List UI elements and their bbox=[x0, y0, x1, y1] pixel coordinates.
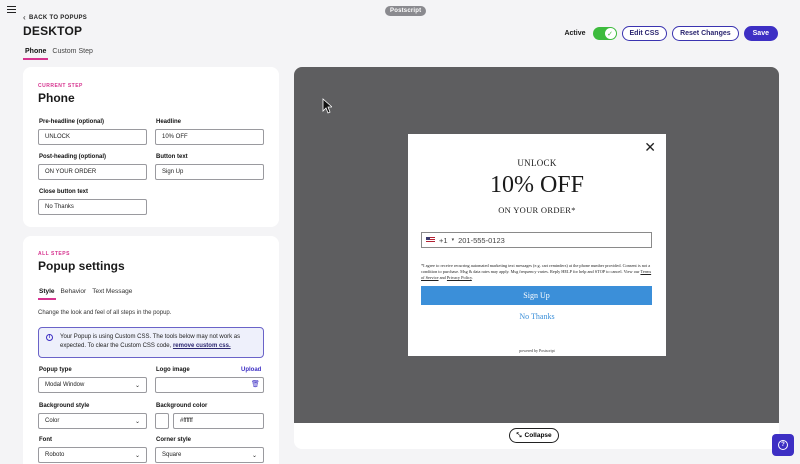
corner-style-label: Corner style bbox=[156, 437, 192, 443]
current-step-title: Phone bbox=[38, 91, 75, 105]
country-code[interactable]: +1 bbox=[439, 236, 448, 245]
help-icon: ? bbox=[778, 440, 788, 450]
background-color-input[interactable]: #ffffff bbox=[173, 413, 264, 429]
background-style-select[interactable]: Color ⌄ bbox=[38, 413, 147, 429]
info-icon: i bbox=[46, 334, 53, 341]
button-text-label: Button text bbox=[156, 154, 188, 160]
app-badge: Postscript bbox=[385, 6, 427, 16]
pre-headline-label: Pre-headline (optional) bbox=[39, 119, 105, 125]
background-style-label: Background style bbox=[39, 403, 90, 409]
popup-type-label: Popup type bbox=[39, 367, 72, 373]
menu-icon[interactable] bbox=[7, 6, 16, 13]
powered-by: powered by Postscript bbox=[519, 348, 555, 353]
legal-text: *I agree to receive recurring automated … bbox=[421, 263, 651, 274]
tab-style[interactable]: Style bbox=[38, 288, 56, 300]
background-color-label: Background color bbox=[156, 403, 208, 409]
check-icon: ✓ bbox=[604, 28, 616, 39]
headline-input[interactable]: 10% OFF bbox=[155, 129, 264, 145]
tab-custom-step[interactable]: Custom Step bbox=[50, 48, 94, 60]
collapse-button[interactable]: ⤡ Collapse bbox=[509, 428, 559, 443]
popup-modal: ✕ UNLOCK 10% OFF ON YOUR ORDER* +1 ▾ 201… bbox=[408, 134, 666, 356]
close-button-text-input[interactable]: No Thanks bbox=[38, 199, 147, 215]
back-link-label: BACK TO POPUPS bbox=[28, 15, 88, 21]
phone-placeholder: 201-555-0123 bbox=[458, 235, 505, 245]
step-tabs: Phone Custom Step bbox=[23, 48, 95, 60]
preview-footer: ⤡ Collapse bbox=[294, 423, 779, 449]
page-title: DESKTOP bbox=[23, 24, 83, 38]
close-button-text-label: Close button text bbox=[39, 189, 88, 195]
chevron-down-icon: ⌄ bbox=[134, 382, 140, 389]
mouse-cursor-icon bbox=[322, 98, 332, 114]
upload-link[interactable]: Upload bbox=[241, 367, 261, 373]
phone-input[interactable]: +1 ▾ 201-555-0123 bbox=[421, 232, 652, 248]
popup-settings-title: Popup settings bbox=[38, 259, 125, 273]
tab-text-message[interactable]: Text Message bbox=[91, 288, 133, 300]
remove-custom-css-link[interactable]: remove custom css. bbox=[173, 343, 231, 349]
post-heading-input[interactable]: ON YOUR ORDER bbox=[38, 164, 147, 180]
popup-settings-card: ALL STEPS Popup settings Style Behavior … bbox=[23, 236, 279, 464]
chevron-down-icon: ⌄ bbox=[134, 418, 140, 425]
trash-icon[interactable]: 🗑 bbox=[251, 380, 260, 388]
background-style-value: Color bbox=[45, 418, 60, 424]
collapse-icon: ⤡ bbox=[516, 431, 522, 439]
chevron-down-icon: ▾ bbox=[451, 237, 455, 243]
post-heading-label: Post-heading (optional) bbox=[39, 154, 106, 160]
current-step-eyebrow: CURRENT STEP bbox=[38, 83, 83, 89]
legal-and: and bbox=[439, 275, 446, 280]
font-label: Font bbox=[39, 437, 52, 443]
popup-no-thanks-link[interactable]: No Thanks bbox=[408, 312, 666, 321]
custom-css-notice: i Your Popup is using Custom CSS. The to… bbox=[38, 327, 264, 358]
corner-style-value: Square bbox=[162, 452, 182, 458]
logo-image-field[interactable] bbox=[155, 377, 264, 393]
collapse-label: Collapse bbox=[524, 432, 552, 439]
pre-headline-input[interactable]: UNLOCK bbox=[38, 129, 147, 145]
reset-changes-button[interactable]: Reset Changes bbox=[672, 26, 739, 41]
settings-tabs: Style Behavior Text Message bbox=[38, 288, 133, 300]
popup-post-heading: ON YOUR ORDER* bbox=[498, 205, 576, 215]
header-actions: Active ✓ Edit CSS Reset Changes Save bbox=[564, 26, 778, 41]
chevron-down-icon: ⌄ bbox=[134, 452, 140, 459]
logo-image-label: Logo image bbox=[156, 367, 190, 373]
privacy-link[interactable]: Privacy Policy bbox=[447, 275, 472, 280]
close-icon[interactable]: ✕ bbox=[644, 140, 656, 156]
tab-behavior[interactable]: Behavior bbox=[60, 288, 88, 300]
popup-type-value: Modal Window bbox=[45, 382, 85, 388]
all-steps-eyebrow: ALL STEPS bbox=[38, 251, 70, 257]
legal-disclaimer: *I agree to receive recurring automated … bbox=[421, 263, 652, 280]
popup-headline: 10% OFF bbox=[489, 172, 585, 198]
help-button[interactable]: ? bbox=[772, 434, 794, 456]
save-button[interactable]: Save bbox=[743, 26, 778, 41]
font-select[interactable]: Roboto ⌄ bbox=[38, 447, 147, 463]
chevron-down-icon: ⌄ bbox=[251, 452, 257, 459]
back-to-popups-link[interactable]: ‹ BACK TO POPUPS bbox=[23, 13, 88, 22]
us-flag-icon bbox=[426, 237, 435, 243]
edit-css-button[interactable]: Edit CSS bbox=[621, 26, 668, 41]
active-toggle[interactable]: ✓ bbox=[592, 27, 617, 40]
headline-label: Headline bbox=[156, 119, 182, 125]
current-step-card: CURRENT STEP Phone Pre-headline (optiona… bbox=[23, 67, 279, 227]
button-text-input[interactable]: Sign Up bbox=[155, 164, 264, 180]
corner-style-select[interactable]: Square ⌄ bbox=[155, 447, 264, 463]
chevron-left-icon: ‹ bbox=[23, 13, 26, 22]
background-color-swatch[interactable] bbox=[155, 413, 169, 429]
popup-type-select[interactable]: Modal Window ⌄ bbox=[38, 377, 147, 393]
active-label: Active bbox=[564, 30, 586, 37]
popup-signup-button[interactable]: Sign Up bbox=[421, 286, 652, 305]
font-value: Roboto bbox=[45, 452, 65, 458]
popup-pre-headline: UNLOCK bbox=[517, 158, 557, 168]
tab-phone[interactable]: Phone bbox=[23, 48, 49, 60]
settings-helper-text: Change the look and feel of all steps in… bbox=[38, 310, 172, 316]
